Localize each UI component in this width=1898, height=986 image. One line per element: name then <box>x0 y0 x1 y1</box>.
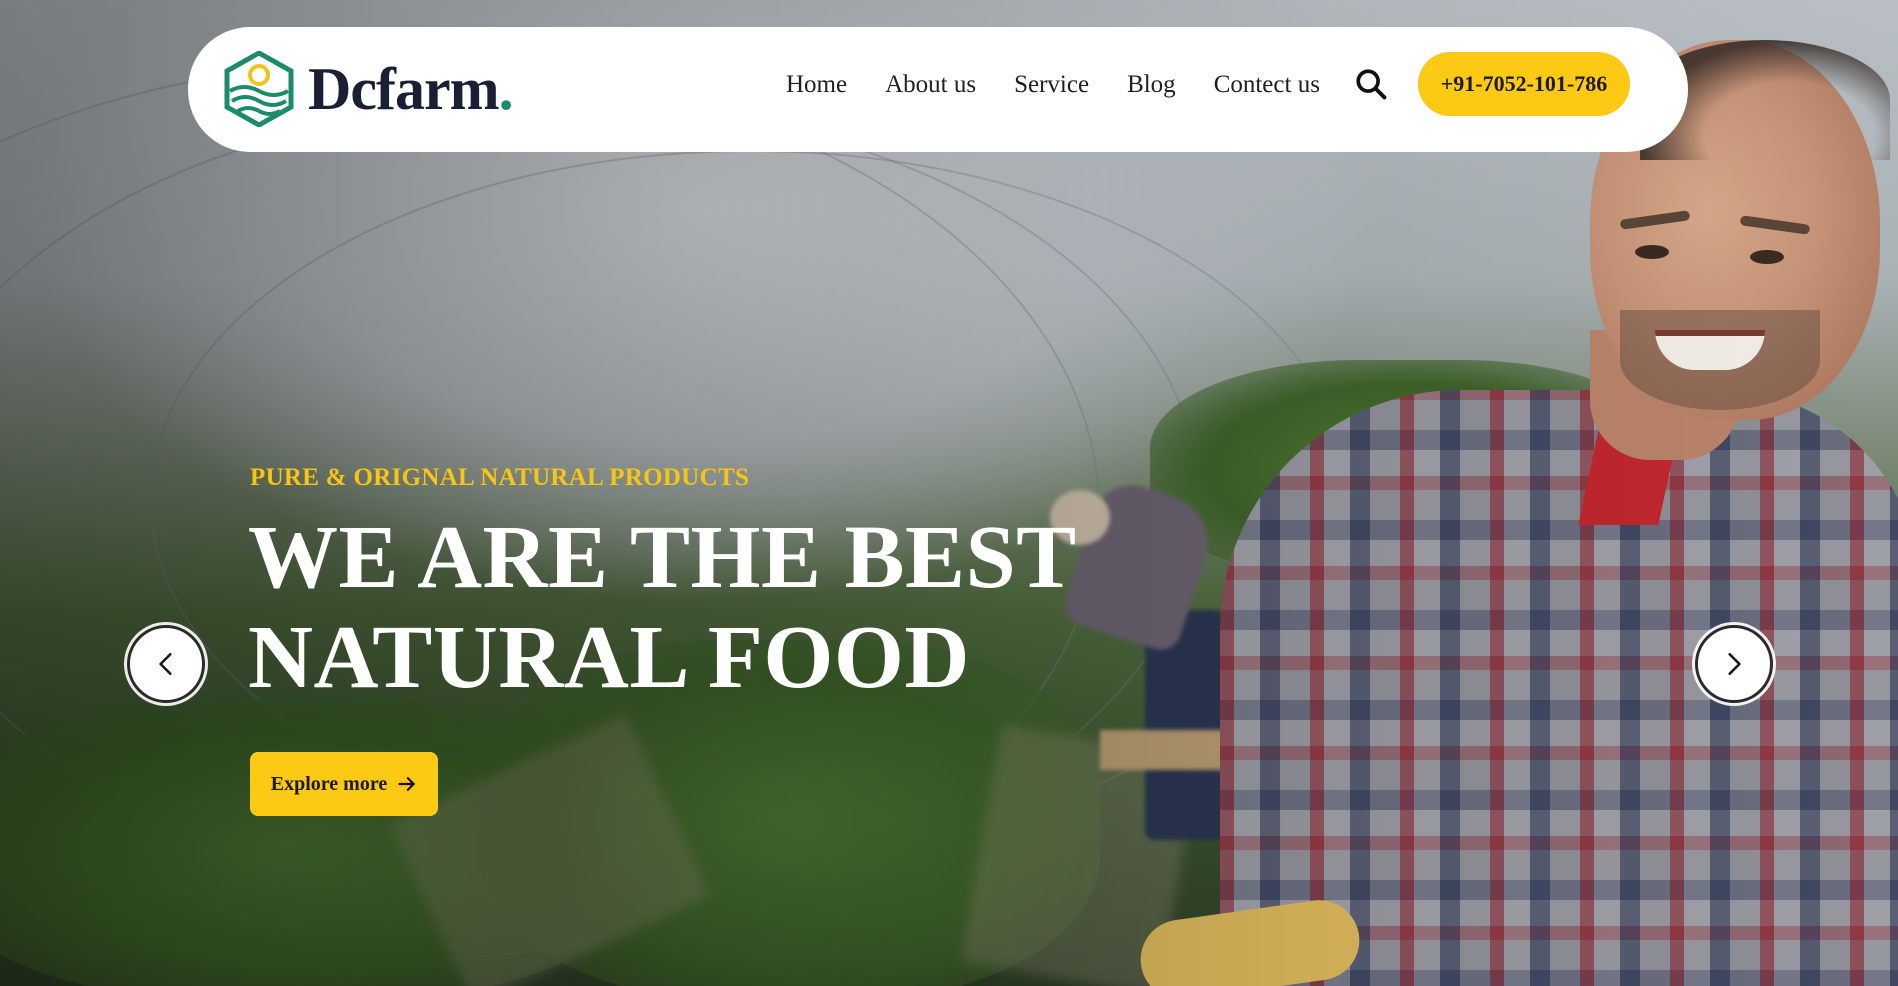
main-navbar: Dcfarm. Home About us Service Blog Conte… <box>188 27 1688 152</box>
arrow-right-icon <box>398 777 415 791</box>
primary-nav: Home About us Service Blog Contect us <box>786 67 1320 102</box>
chevron-left-icon <box>159 652 172 676</box>
logo-icon <box>224 51 294 127</box>
explore-more-label: Explore more <box>270 772 388 795</box>
site-logo[interactable]: Dcfarm. <box>224 51 514 127</box>
hero-eyebrow: PURE & ORIGNAL NATURAL PRODUCTS <box>250 464 750 491</box>
slider-next-button[interactable] <box>1695 625 1773 703</box>
hero-headline: WE ARE THE BEST NATURAL FOOD <box>248 508 1148 708</box>
nav-service[interactable]: Service <box>1014 67 1089 102</box>
brand-dot: . <box>498 56 514 122</box>
chevron-right-icon <box>1728 652 1741 676</box>
nav-blog[interactable]: Blog <box>1127 67 1176 102</box>
phone-button[interactable]: +91-7052-101-786 <box>1418 52 1630 116</box>
headline-line-2: NATURAL FOOD <box>248 608 970 707</box>
headline-line-1: WE ARE THE BEST <box>248 508 1077 607</box>
brand-name: Dcfarm. <box>308 56 514 122</box>
search-icon[interactable] <box>1354 67 1388 101</box>
explore-more-button[interactable]: Explore more <box>250 752 438 816</box>
nav-contact-us[interactable]: Contect us <box>1214 67 1320 102</box>
slider-prev-button[interactable] <box>127 625 205 703</box>
nav-home[interactable]: Home <box>786 67 847 102</box>
nav-about-us[interactable]: About us <box>885 67 976 102</box>
